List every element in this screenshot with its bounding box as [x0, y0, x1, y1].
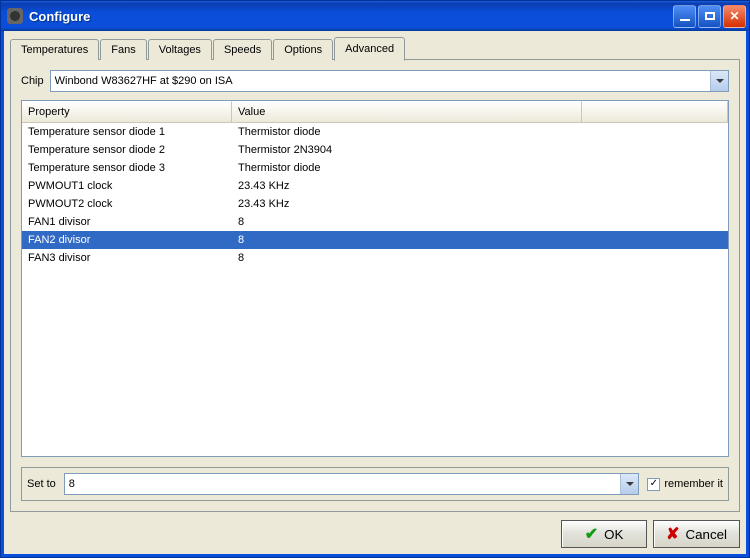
table-row[interactable]: FAN1 divisor8 [22, 213, 728, 231]
table-cell-property: PWMOUT2 clock [22, 195, 232, 213]
set-to-combo-text: 8 [65, 474, 621, 494]
chevron-down-icon [716, 77, 724, 85]
column-header-property[interactable]: Property [22, 101, 232, 122]
table-cell-property: FAN2 divisor [22, 231, 232, 249]
chevron-down-icon [626, 480, 634, 488]
table-cell-value: 23.43 KHz [232, 177, 582, 195]
table-cell-value: 8 [232, 231, 582, 249]
table-row[interactable]: Temperature sensor diode 1Thermistor dio… [22, 123, 728, 141]
table-cell-value: Thermistor diode [232, 159, 582, 177]
chip-combo-dropdown-button[interactable] [710, 71, 728, 91]
tab-speeds[interactable]: Speeds [213, 39, 272, 60]
chip-combo[interactable]: Winbond W83627HF at $290 on ISA [50, 70, 729, 92]
property-listview: Property Value Temperature sensor diode … [21, 100, 729, 457]
titlebar[interactable]: Configure [1, 1, 749, 31]
table-cell-property: Temperature sensor diode 2 [22, 141, 232, 159]
column-header-filler [582, 101, 728, 122]
ok-button[interactable]: ✔ OK [561, 520, 647, 548]
window-title: Configure [29, 9, 673, 24]
table-row[interactable]: FAN3 divisor8 [22, 249, 728, 267]
checkbox-box[interactable]: ✓ [647, 478, 660, 491]
window-controls [673, 5, 746, 28]
tabstrip: TemperaturesFansVoltagesSpeedsOptionsAdv… [10, 37, 740, 60]
set-to-label: Set to [27, 478, 56, 490]
tab-voltages[interactable]: Voltages [148, 39, 212, 60]
app-icon [7, 8, 23, 24]
button-bar: ✔ OK ✘ Cancel [10, 520, 740, 548]
table-cell-value: 8 [232, 213, 582, 231]
maximize-button[interactable] [698, 5, 721, 28]
table-row[interactable]: FAN2 divisor8 [22, 231, 728, 249]
remember-it-label: remember it [664, 478, 723, 490]
set-to-combo-dropdown-button[interactable] [620, 474, 638, 494]
table-row[interactable]: Temperature sensor diode 3Thermistor dio… [22, 159, 728, 177]
cancel-button[interactable]: ✘ Cancel [653, 520, 740, 548]
table-row[interactable]: Temperature sensor diode 2Thermistor 2N3… [22, 141, 728, 159]
cross-icon: ✘ [666, 524, 679, 544]
remember-it-checkbox[interactable]: ✓ remember it [647, 478, 723, 491]
listview-header: Property Value [22, 101, 728, 123]
tab-fans[interactable]: Fans [100, 39, 146, 60]
table-cell-value: Thermistor 2N3904 [232, 141, 582, 159]
table-cell-value: Thermistor diode [232, 123, 582, 141]
table-cell-property: Temperature sensor diode 1 [22, 123, 232, 141]
table-cell-property: FAN1 divisor [22, 213, 232, 231]
table-row[interactable]: PWMOUT1 clock23.43 KHz [22, 177, 728, 195]
minimize-button[interactable] [673, 5, 696, 28]
table-cell-property: Temperature sensor diode 3 [22, 159, 232, 177]
client-area: TemperaturesFansVoltagesSpeedsOptionsAdv… [1, 31, 749, 557]
tab-temperatures[interactable]: Temperatures [10, 39, 99, 60]
chip-combo-text: Winbond W83627HF at $290 on ISA [51, 71, 710, 91]
check-icon: ✔ [585, 524, 598, 544]
table-cell-value: 23.43 KHz [232, 195, 582, 213]
cancel-button-label: Cancel [686, 527, 728, 542]
advanced-tab-panel: Chip Winbond W83627HF at $290 on ISA Pro… [10, 59, 740, 512]
configure-window: Configure TemperaturesFansVoltagesSpeeds… [0, 0, 750, 558]
table-cell-property: FAN3 divisor [22, 249, 232, 267]
chip-label: Chip [21, 75, 44, 87]
listview-body[interactable]: Temperature sensor diode 1Thermistor dio… [22, 123, 728, 456]
column-header-value[interactable]: Value [232, 101, 582, 122]
table-cell-value: 8 [232, 249, 582, 267]
set-to-row: Set to 8 ✓ remember it [21, 467, 729, 501]
table-row[interactable]: PWMOUT2 clock23.43 KHz [22, 195, 728, 213]
set-to-combo[interactable]: 8 [64, 473, 640, 495]
tab-advanced[interactable]: Advanced [334, 37, 405, 61]
close-button[interactable] [723, 5, 746, 28]
ok-button-label: OK [604, 527, 623, 542]
chip-row: Chip Winbond W83627HF at $290 on ISA [21, 70, 729, 92]
table-cell-property: PWMOUT1 clock [22, 177, 232, 195]
tab-options[interactable]: Options [273, 39, 333, 60]
